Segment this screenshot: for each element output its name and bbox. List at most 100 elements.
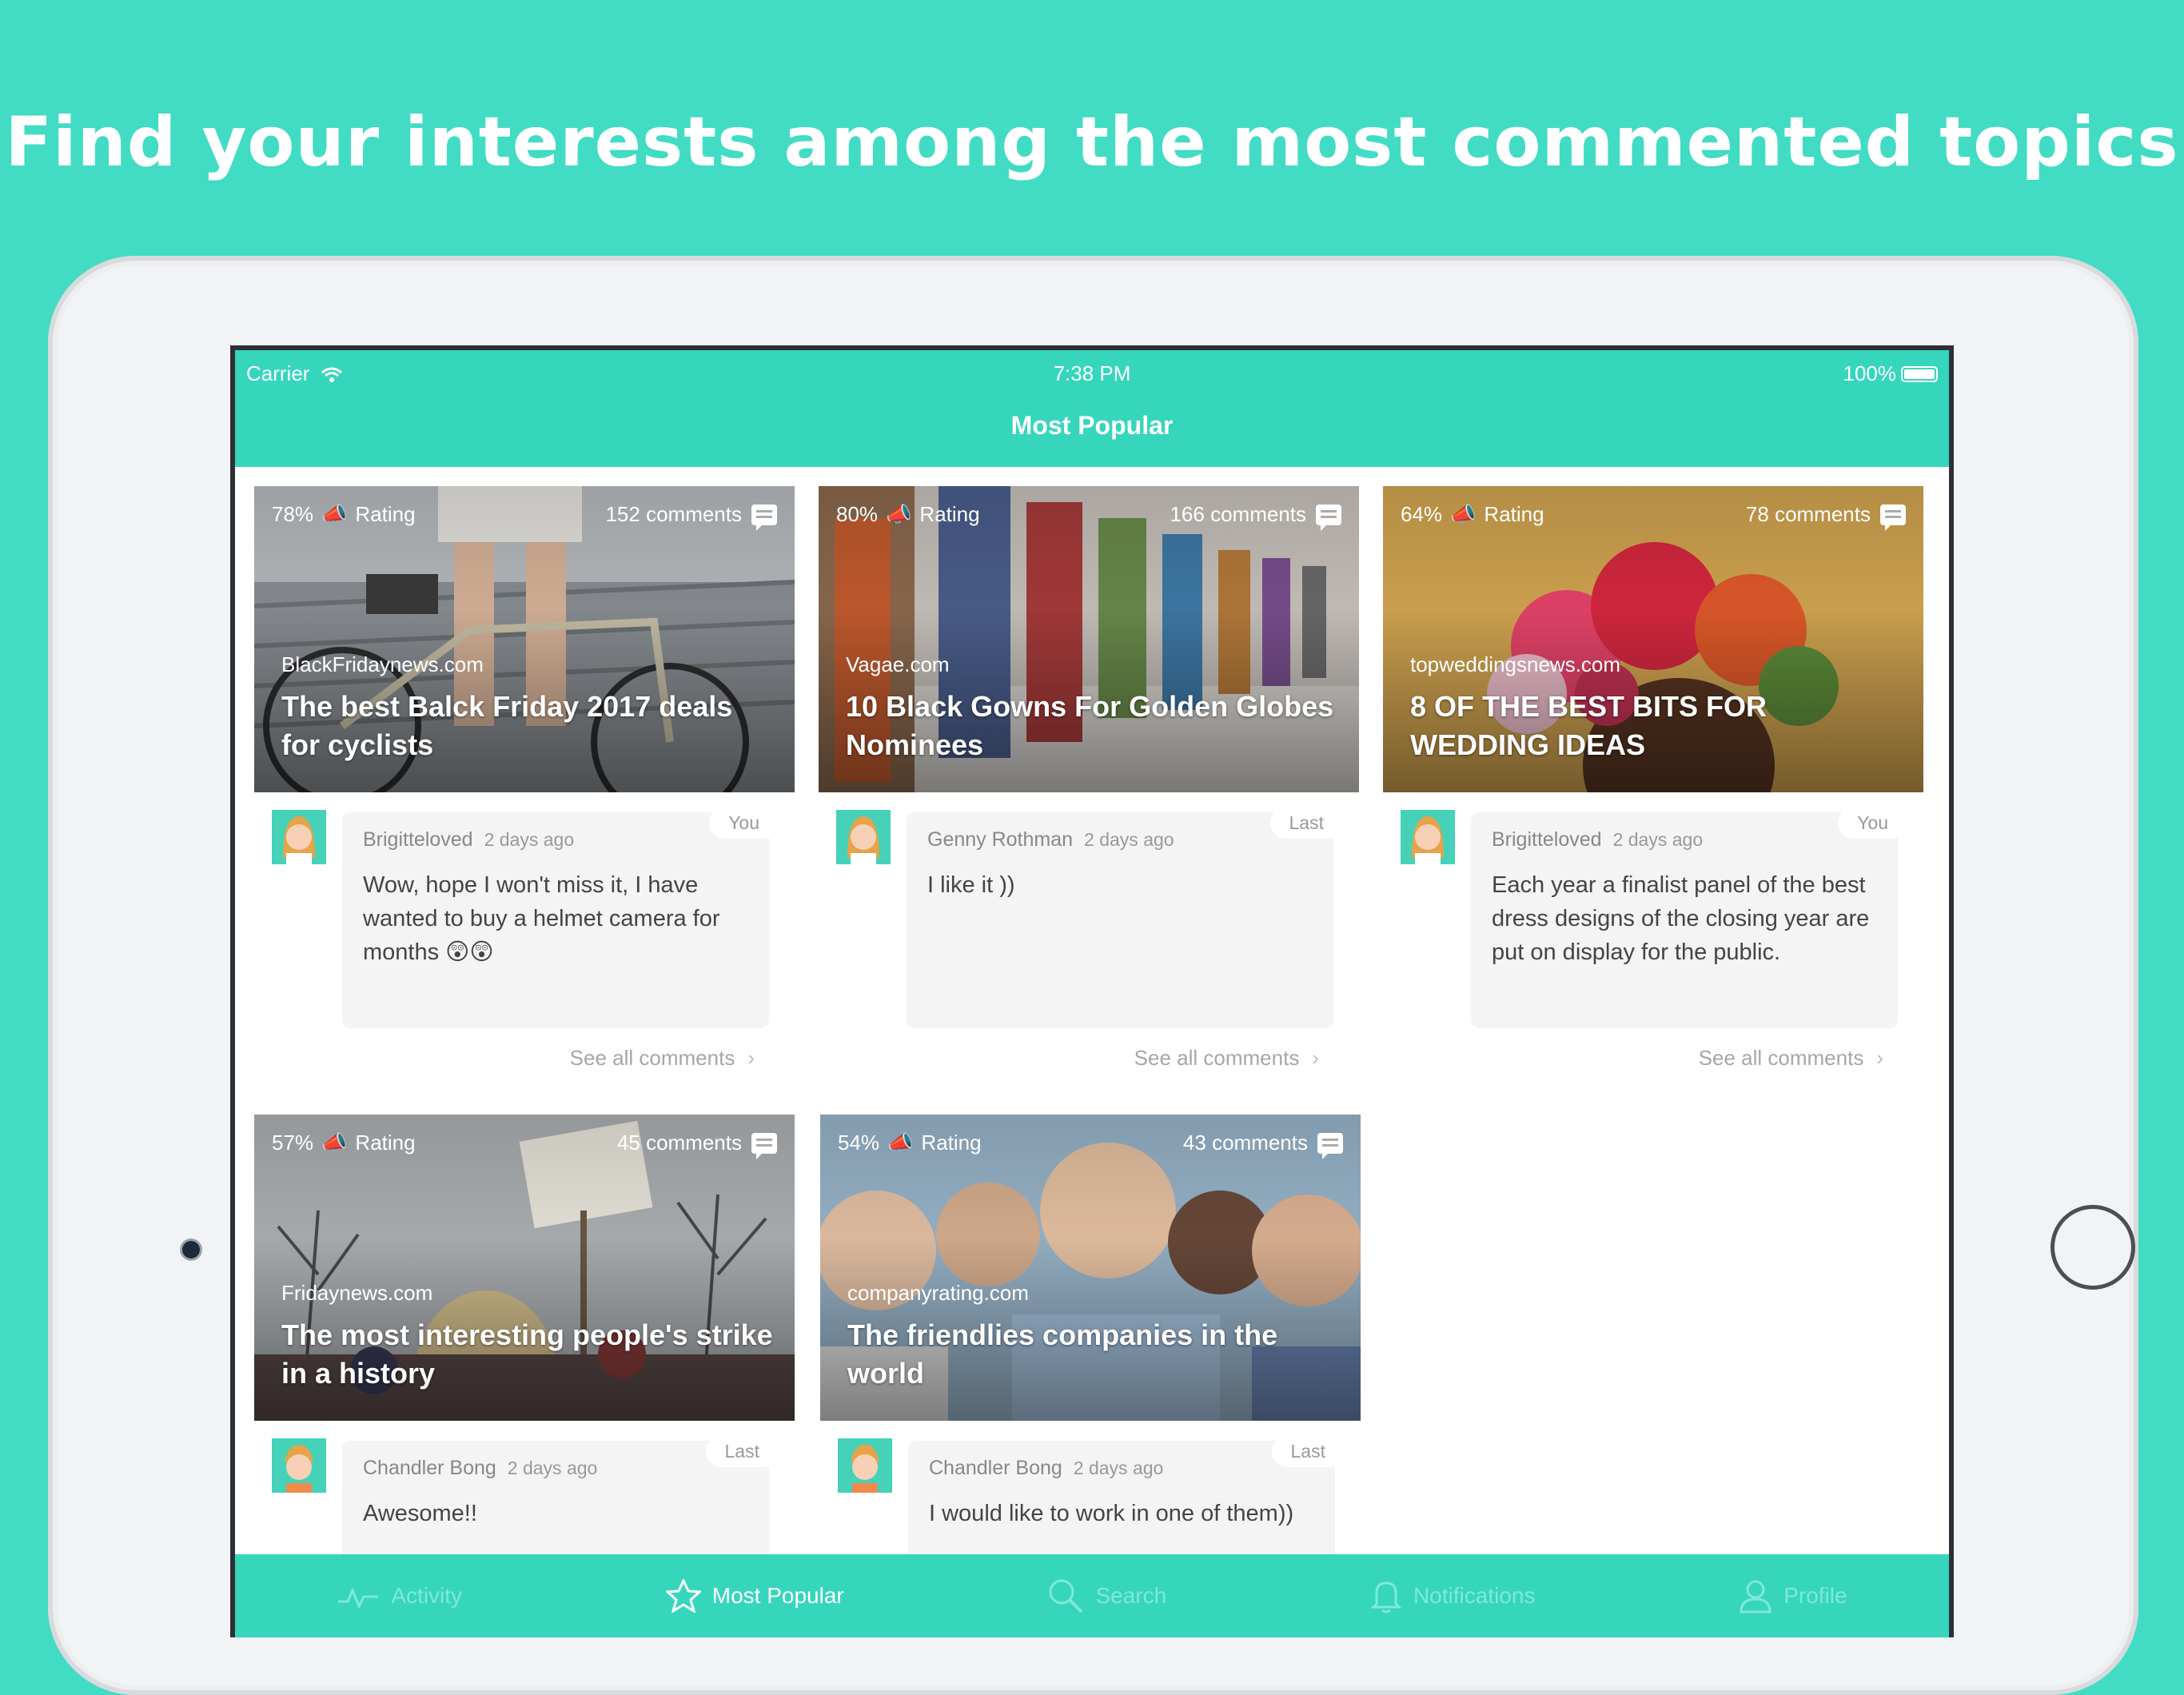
comment-meta: Chandler Bong 2 days ago: [929, 1457, 1163, 1480]
status-time: 7:38 PM: [1053, 361, 1131, 385]
rating-label: Rating: [355, 1131, 416, 1155]
source-domain: topweddingsnews.com: [1410, 652, 1621, 676]
tab-profile[interactable]: Profile: [1739, 1578, 1847, 1613]
topic-card[interactable]: 78% 📣 Rating 152 comments BlackFridaynew…: [254, 486, 795, 1070]
topic-card[interactable]: 64% 📣 Rating 78 comments topweddingsnews…: [1383, 486, 1923, 1070]
nav-bar: Carrier 7:38 PM 100% Most Popular: [235, 350, 1949, 467]
comment-bubble-icon: [1317, 1132, 1343, 1159]
see-all-comments-link[interactable]: See all comments ›: [570, 1046, 755, 1071]
rating: 78% 📣 Rating: [272, 502, 416, 527]
comment-preview: Brigitteloved 2 days ago You Each year a …: [1471, 808, 1907, 1028]
avatar[interactable]: [272, 1438, 326, 1493]
tab-bar: Activity Most Popular Search Notificatio…: [235, 1554, 1949, 1637]
megaphone-icon: 📣: [321, 502, 348, 526]
tab-label: Profile: [1783, 1583, 1847, 1608]
comments-label: 45 comments: [616, 1131, 742, 1155]
tab-search[interactable]: Search: [1047, 1577, 1166, 1614]
source-domain: companyrating.com: [847, 1281, 1029, 1305]
rating: 54% 📣 Rating: [838, 1131, 982, 1155]
rating-label: Rating: [1484, 502, 1544, 526]
rating-label: Rating: [919, 502, 980, 526]
avatar[interactable]: [272, 810, 326, 864]
chevron-right-icon: ›: [1312, 1046, 1319, 1070]
chevron-right-icon: ›: [1876, 1046, 1883, 1070]
topic-image[interactable]: 64% 📣 Rating 78 comments topweddingsnews…: [1383, 486, 1923, 792]
chevron-right-icon: ›: [747, 1046, 755, 1070]
source-domain: Fridaynews.com: [281, 1281, 433, 1305]
bell-icon: [1370, 1581, 1402, 1613]
search-icon: [1049, 1579, 1083, 1613]
person-icon: [1740, 1580, 1772, 1613]
star-icon: [665, 1579, 701, 1613]
comment-text: I would like to work in one of them)): [929, 1501, 1294, 1526]
commenter-name: Brigitteloved: [363, 828, 473, 851]
tab-activity[interactable]: Activity: [337, 1582, 462, 1609]
page-title: Most Popular: [1010, 411, 1174, 440]
comments-count: 166 comments: [1170, 502, 1341, 531]
home-button[interactable]: [2050, 1205, 2135, 1290]
comment-bubble-icon: [751, 504, 777, 531]
rating-value: 78%: [272, 502, 314, 526]
topic-title: The most interesting people's strike in …: [281, 1318, 773, 1390]
comment-time: 2 days ago: [1084, 829, 1174, 850]
rating-value: 57%: [272, 1131, 314, 1155]
comment-text: Awesome!!: [363, 1501, 477, 1526]
topic-image[interactable]: 54% 📣 Rating 43 comments companyrating.c…: [820, 1115, 1361, 1421]
comment-time: 2 days ago: [484, 829, 575, 850]
commenter-name: Genny Rothman: [927, 828, 1074, 851]
rating-value: 54%: [838, 1131, 880, 1155]
comment-tag: Last: [1269, 808, 1343, 839]
comment-meta: Brigitteloved 2 days ago: [1492, 828, 1703, 851]
comment-bubble-icon: [1880, 504, 1906, 531]
comments-count: 78 comments: [1745, 502, 1906, 531]
headline: Find your interests among the most comme…: [5, 102, 2179, 182]
comment-preview: Genny Rothman 2 days ago Last I like it )…: [907, 808, 1343, 1028]
see-all-label: See all comments: [1134, 1046, 1300, 1070]
comments-label: 152 comments: [605, 502, 742, 526]
comments-label: 78 comments: [1745, 502, 1871, 526]
comments-label: 166 comments: [1170, 502, 1306, 526]
comments-label: 43 comments: [1182, 1131, 1308, 1155]
comment-meta: Chandler Bong 2 days ago: [363, 1457, 597, 1480]
comment-time: 2 days ago: [507, 1458, 598, 1478]
comments-count: 152 comments: [605, 502, 777, 531]
topic-card[interactable]: 80% 📣 Rating 166 comments Vagae.com 10 B…: [819, 486, 1359, 1070]
comments-count: 43 comments: [1182, 1131, 1343, 1159]
topic-image[interactable]: 80% 📣 Rating 166 comments Vagae.com 10 B…: [819, 486, 1359, 792]
comment-text: I like it )): [927, 872, 1015, 898]
tab-notifications[interactable]: Notifications: [1370, 1578, 1535, 1613]
activity-icon: [338, 1587, 379, 1609]
front-camera: [182, 1241, 200, 1258]
avatar[interactable]: [838, 1438, 892, 1493]
see-all-comments-link[interactable]: See all comments ›: [1699, 1046, 1883, 1071]
megaphone-icon: 📣: [886, 502, 912, 526]
topic-image[interactable]: 78% 📣 Rating 152 comments BlackFridaynew…: [254, 486, 795, 792]
comment-bubble-icon: [1316, 504, 1341, 531]
topic-card[interactable]: 57% 📣 Rating 45 comments Fridaynews.com …: [254, 1115, 795, 1554]
topic-image[interactable]: 57% 📣 Rating 45 comments Fridaynews.com …: [254, 1115, 795, 1421]
topic-card[interactable]: 54% 📣 Rating 43 comments companyrating.c…: [820, 1115, 1361, 1554]
comment-preview: Chandler Bong 2 days ago Last Awesome!!: [342, 1436, 779, 1554]
topic-title: The friendlies companies in the world: [847, 1318, 1278, 1390]
comment-tag: Last: [705, 1436, 779, 1467]
rating-label: Rating: [921, 1131, 982, 1155]
tab-label: Search: [1095, 1583, 1167, 1608]
tab-most-popular[interactable]: Most Popular: [665, 1579, 844, 1613]
rating: 80% 📣 Rating: [836, 502, 980, 527]
avatar[interactable]: [836, 810, 891, 864]
source-domain: Vagae.com: [846, 652, 950, 676]
comment-preview: Brigitteloved 2 days ago You Wow, hope I …: [342, 808, 779, 1028]
battery-icon: [1901, 365, 1938, 382]
megaphone-icon: 📣: [321, 1131, 348, 1155]
rating: 64% 📣 Rating: [1401, 502, 1544, 527]
commenter-name: Chandler Bong: [363, 1457, 496, 1479]
tab-label: Activity: [391, 1583, 463, 1608]
rating: 57% 📣 Rating: [272, 1131, 416, 1155]
cards-grid: 78% 📣 Rating 152 comments BlackFridaynew…: [235, 467, 1949, 1554]
comment-bubble-icon: [751, 1132, 777, 1159]
see-all-label: See all comments: [1698, 1046, 1864, 1070]
avatar[interactable]: [1401, 810, 1455, 864]
comment-text: Each year a finalist panel of the best d…: [1492, 872, 1870, 965]
see-all-comments-link[interactable]: See all comments ›: [1134, 1046, 1319, 1071]
app-screen: Carrier 7:38 PM 100% Most Popular 78% 📣 …: [230, 345, 1954, 1637]
